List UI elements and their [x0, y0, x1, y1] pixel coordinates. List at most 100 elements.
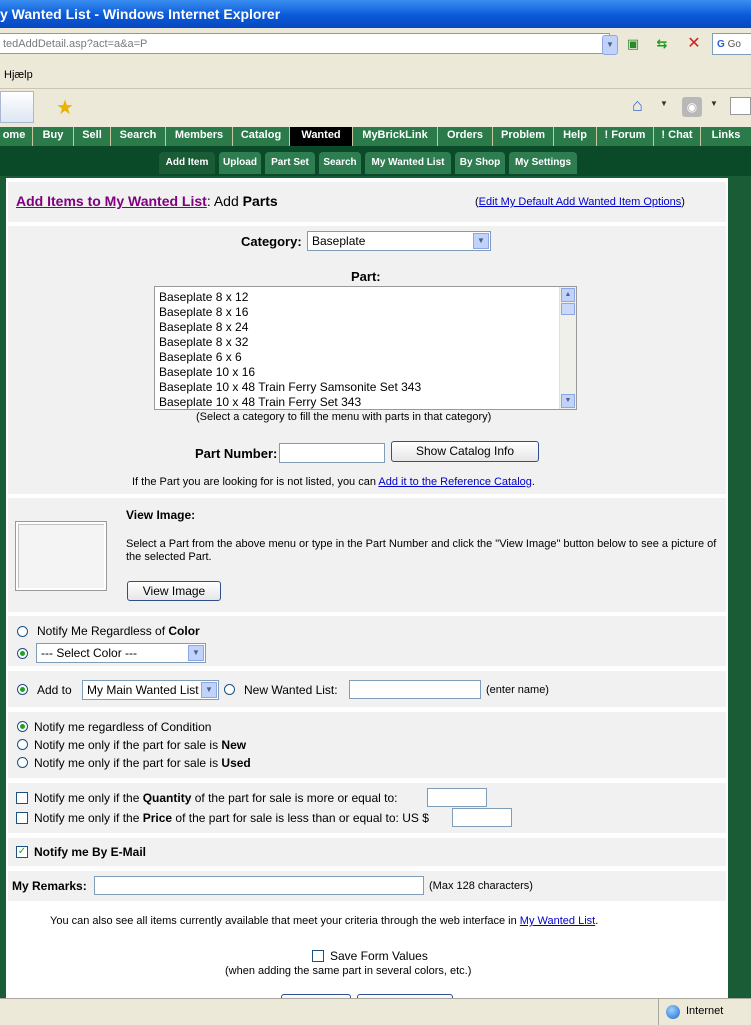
subtab-part-set[interactable]: Part Set [265, 152, 315, 174]
nav-forum[interactable]: ! Forum [597, 127, 654, 146]
favorites-star-icon[interactable]: ★ [56, 95, 74, 120]
condition-regardless-label: Notify me regardless of Condition [34, 720, 212, 734]
menu-bar: Hjælp [0, 62, 751, 89]
print-icon[interactable] [730, 97, 751, 115]
my-wanted-list-link[interactable]: My Wanted List [520, 915, 595, 927]
price-label: Notify me only if the Price of the part … [34, 811, 429, 825]
nav-help[interactable]: Help [554, 127, 597, 146]
nav-links[interactable]: Links [701, 127, 751, 146]
nav-catalog[interactable]: Catalog [233, 127, 290, 146]
list-item[interactable]: Baseplate 8 x 12 [159, 290, 421, 305]
list-item[interactable]: Baseplate 10 x 16 [159, 365, 421, 380]
stop-icon[interactable]: ✕ [684, 34, 704, 54]
color-select-radio[interactable] [17, 648, 28, 659]
view-image-section: View Image: Select a Part from the above… [8, 498, 726, 613]
scroll-thumb[interactable] [561, 303, 575, 315]
new-wanted-list-label: New Wanted List: [244, 683, 338, 697]
part-listbox[interactable]: Baseplate 8 x 12 Baseplate 8 x 16 Basepl… [154, 286, 577, 410]
search-box[interactable]: G Go [712, 33, 751, 55]
part-number-label: Part Number: [195, 446, 278, 461]
remarks-input[interactable] [94, 876, 424, 895]
price-input[interactable] [452, 808, 512, 827]
subtab-my-wanted-list[interactable]: My Wanted List [365, 152, 451, 174]
edit-defaults-link[interactable]: Edit My Default Add Wanted Item Options [479, 196, 682, 208]
window-title-bar: y Wanted List - Windows Internet Explore… [0, 0, 751, 28]
nav-mybricklink[interactable]: MyBrickLink [353, 127, 438, 146]
part-image-placeholder [15, 521, 107, 591]
header-section: Add Items to My Wanted List: Add Parts (… [8, 182, 726, 223]
subtab-my-settings[interactable]: My Settings [509, 152, 577, 174]
scroll-down-icon[interactable]: ▼ [561, 394, 575, 408]
color-regardless-radio[interactable] [17, 626, 28, 637]
quantity-input[interactable] [427, 788, 487, 807]
home-dropdown-icon[interactable]: ▼ [660, 99, 668, 108]
condition-used-radio[interactable] [17, 757, 28, 768]
subtab-add-item[interactable]: Add Item [159, 152, 215, 174]
subtab-upload[interactable]: Upload [219, 152, 261, 174]
chevron-down-icon: ▼ [201, 682, 217, 698]
edit-defaults: (Edit My Default Add Wanted Item Options… [475, 196, 685, 208]
add-items-link[interactable]: Add Items to My Wanted List [16, 193, 207, 209]
rss-dropdown-icon[interactable]: ▼ [710, 99, 718, 108]
save-form-label: Save Form Values [330, 949, 428, 963]
window-title: y Wanted List - Windows Internet Explore… [0, 6, 281, 22]
compatibility-icon[interactable]: ▣ [623, 34, 643, 54]
quantity-label: Notify me only if the Quantity of the pa… [34, 791, 398, 805]
scroll-up-icon[interactable]: ▲ [561, 288, 575, 302]
list-item[interactable]: Baseplate 10 x 48 Train Ferry Samsonite … [159, 380, 421, 395]
menu-help[interactable]: Hjælp [0, 69, 33, 81]
color-select[interactable]: --- Select Color --- ▼ [36, 643, 206, 663]
email-checkbox[interactable]: ✓ [16, 846, 28, 858]
rss-feed-icon[interactable]: ◉ [682, 97, 702, 117]
enter-name-hint: (enter name) [486, 684, 549, 696]
wanted-list-section: Add to My Main Wanted List ▼ New Wanted … [8, 671, 726, 708]
condition-new-label: Notify me only if the part for sale is N… [34, 738, 247, 752]
list-item[interactable]: Baseplate 8 x 32 [159, 335, 421, 350]
list-item[interactable]: Baseplate 8 x 24 [159, 320, 421, 335]
part-list-scrollbar[interactable]: ▲ ▼ [559, 287, 576, 409]
refresh-icon[interactable]: ⇆ [652, 34, 672, 54]
category-select[interactable]: Baseplate ▼ [307, 231, 491, 251]
subtab-search[interactable]: Search [319, 152, 361, 174]
add-to-catalog-link[interactable]: Add it to the Reference Catalog [378, 476, 531, 488]
list-item[interactable]: Baseplate 6 x 6 [159, 350, 421, 365]
part-number-input[interactable] [279, 443, 385, 463]
address-dropdown-icon[interactable]: ▼ [602, 35, 618, 55]
view-image-button[interactable]: View Image [127, 581, 221, 601]
category-part-section: Category: Baseplate ▼ Part: Baseplate 8 … [8, 226, 726, 495]
subtab-by-shop[interactable]: By Shop [455, 152, 505, 174]
google-icon: G [717, 39, 725, 50]
save-form-checkbox[interactable] [312, 950, 324, 962]
color-regardless-label: Notify Me Regardless of Color [37, 624, 200, 638]
add-to-list-radio[interactable] [17, 684, 28, 695]
home-icon[interactable]: ⌂ [632, 95, 643, 116]
condition-regardless-radio[interactable] [17, 721, 28, 732]
nav-orders[interactable]: Orders [438, 127, 493, 146]
quantity-checkbox[interactable] [16, 792, 28, 804]
nav-wanted[interactable]: Wanted [290, 127, 353, 146]
nav-home[interactable]: ome [0, 127, 33, 146]
address-input[interactable]: tedAddDetail.asp?act=a&a=P [0, 33, 610, 54]
list-item[interactable]: Baseplate 10 x 48 Train Ferry Set 343 [159, 395, 421, 410]
page-title: Add Items to My Wanted List: Add Parts [16, 193, 278, 209]
tab-thumbnail[interactable] [0, 91, 34, 123]
status-divider [658, 999, 659, 1025]
price-checkbox[interactable] [16, 812, 28, 824]
wanted-list-select[interactable]: My Main Wanted List ▼ [82, 680, 219, 700]
nav-buy[interactable]: Buy [33, 127, 74, 146]
show-catalog-info-button[interactable]: Show Catalog Info [391, 441, 539, 462]
zone-label: Internet [686, 1005, 724, 1017]
remarks-max-hint: (Max 128 characters) [429, 880, 533, 892]
view-image-desc: Select a Part from the above menu or typ… [126, 538, 717, 563]
nav-problem[interactable]: Problem [493, 127, 554, 146]
nav-search[interactable]: Search [111, 127, 166, 146]
nav-chat[interactable]: ! Chat [654, 127, 701, 146]
nav-members[interactable]: Members [166, 127, 233, 146]
nav-sell[interactable]: Sell [74, 127, 111, 146]
condition-new-radio[interactable] [17, 739, 28, 750]
add-to-label: Add to [37, 683, 72, 697]
list-item[interactable]: Baseplate 8 x 16 [159, 305, 421, 320]
new-wanted-list-radio[interactable] [224, 684, 235, 695]
new-wanted-list-input[interactable] [349, 680, 481, 699]
address-bar: tedAddDetail.asp?act=a&a=P ▼ ▣ ⇆ ✕ G Go [0, 28, 751, 63]
